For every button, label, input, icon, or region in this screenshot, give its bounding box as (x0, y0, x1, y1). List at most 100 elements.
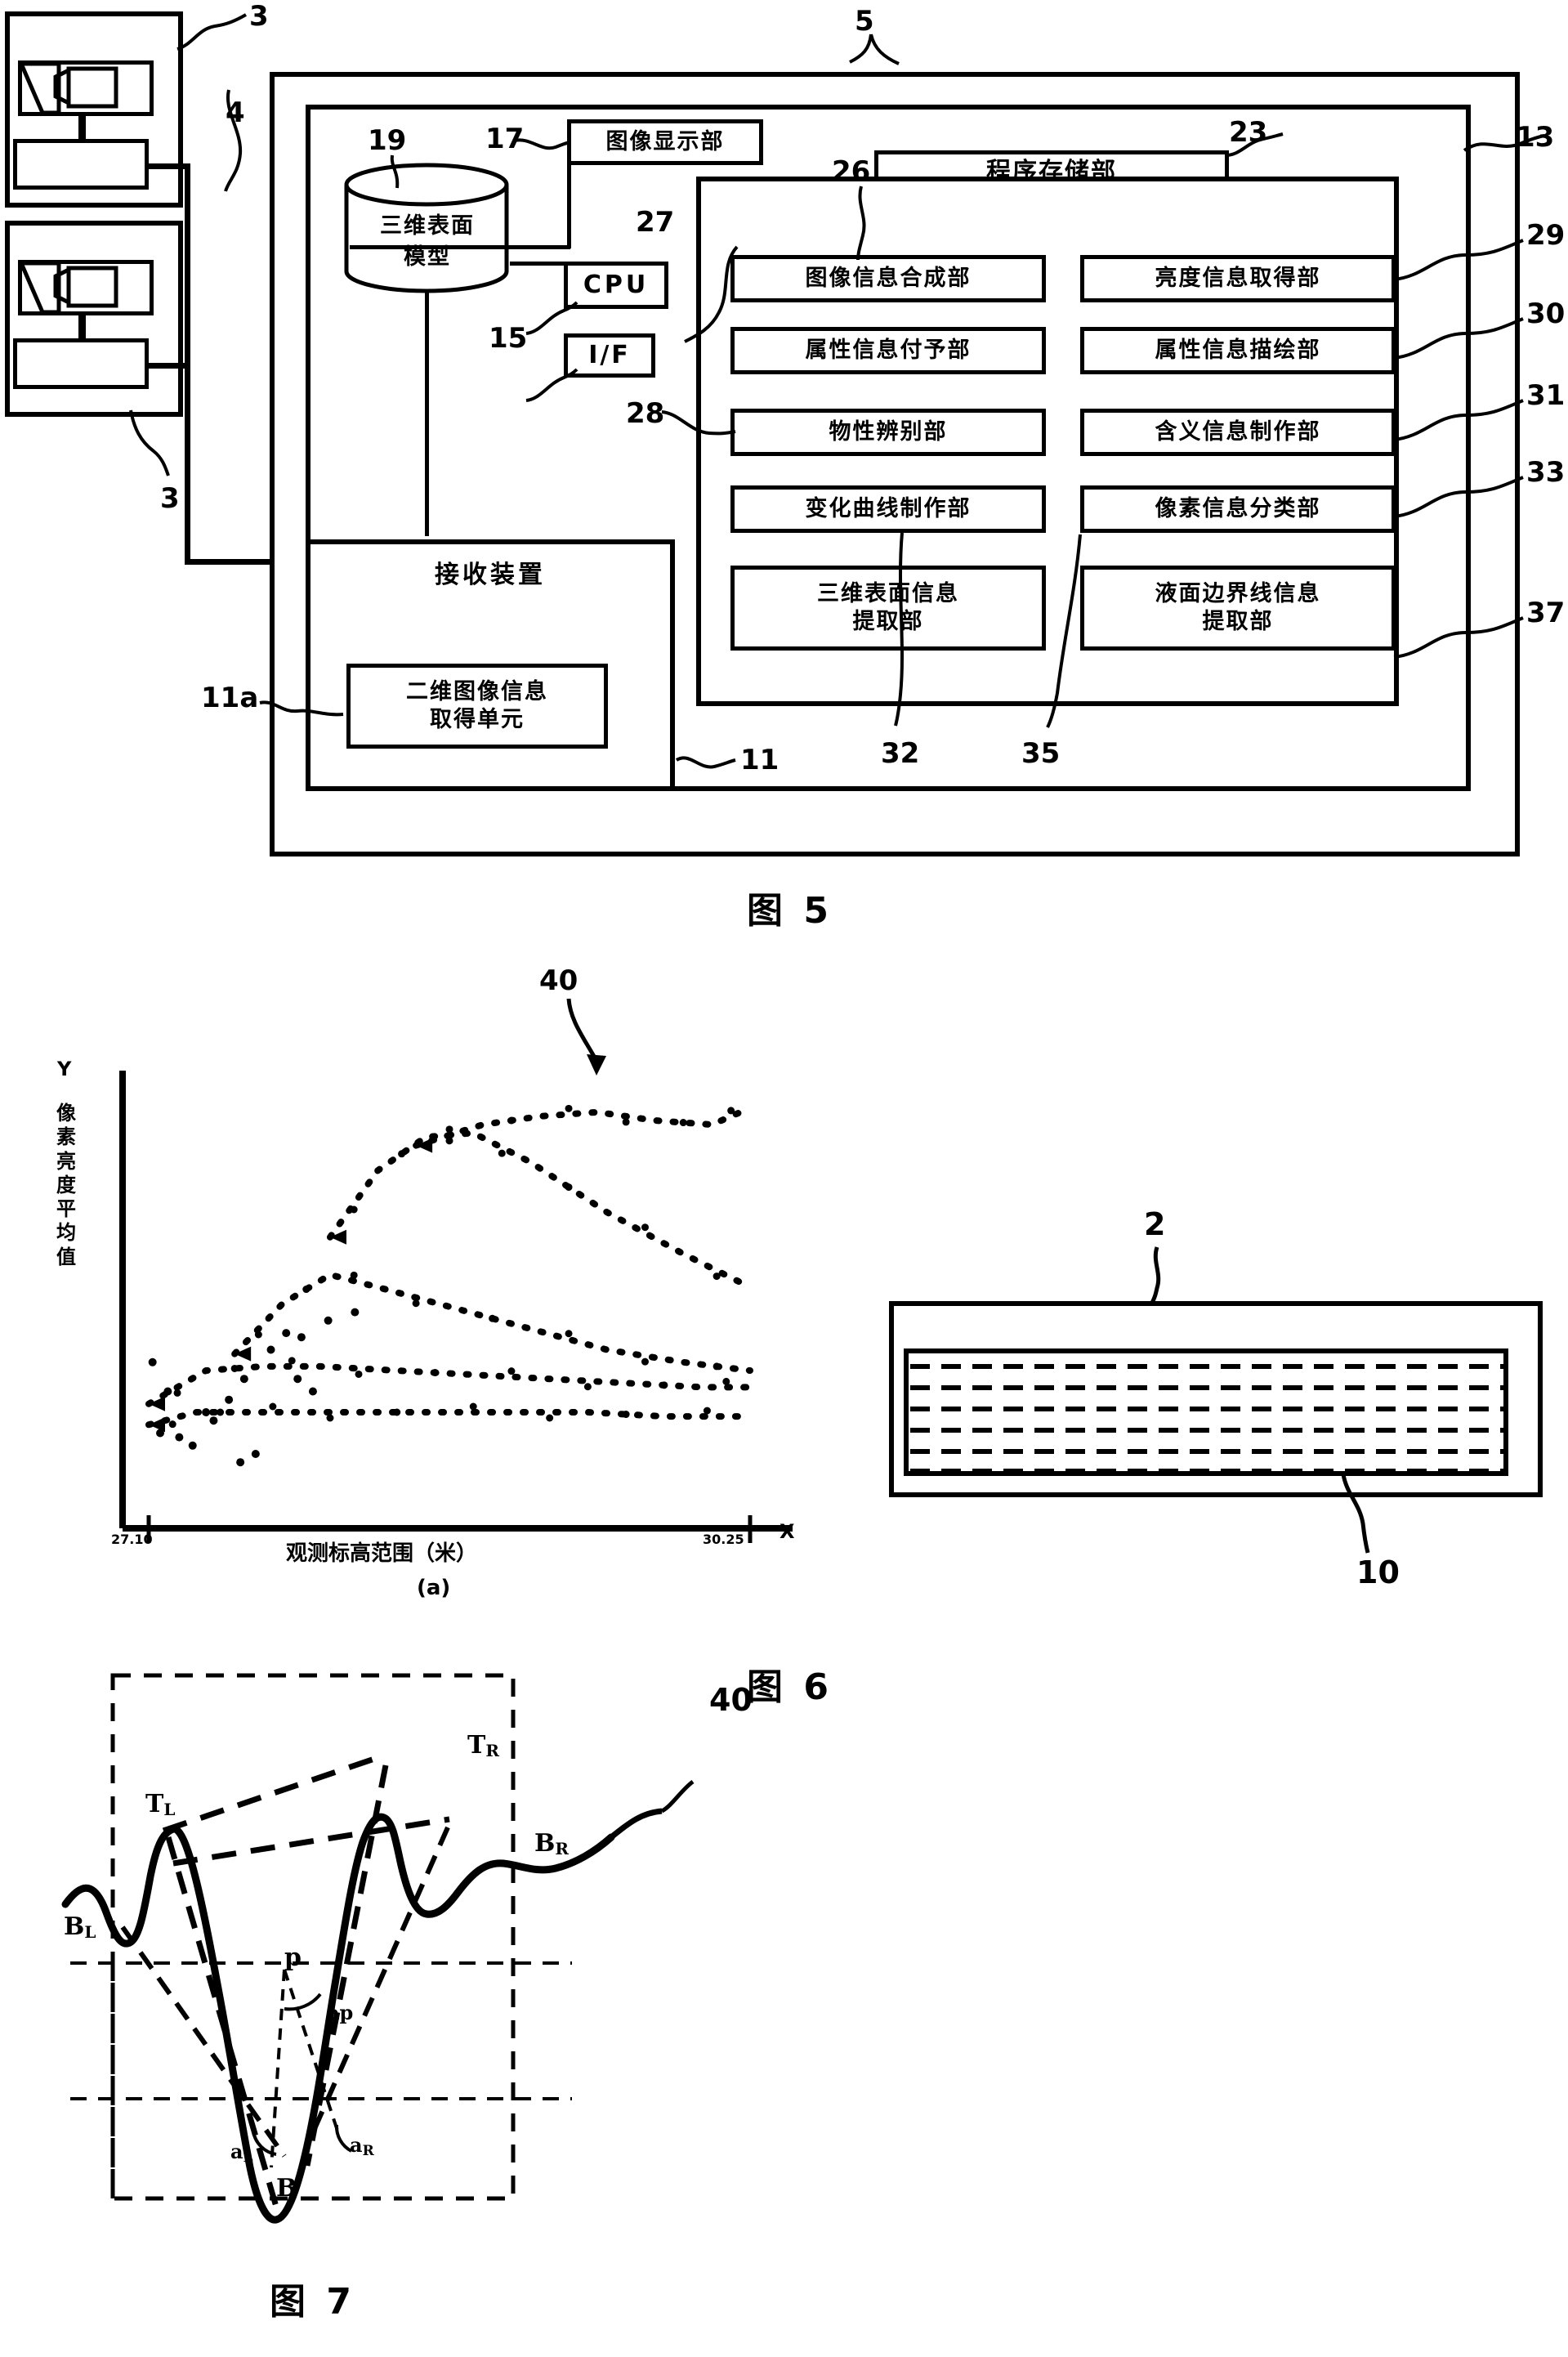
leader-attr-draw-30 (1393, 317, 1524, 360)
db-stem (425, 291, 429, 536)
label-BL-sub: L (84, 1922, 96, 1942)
ref-number-13: 13 (1516, 121, 1555, 154)
ref-number-27: 27 (636, 206, 675, 239)
figure-7-drawing (61, 1673, 695, 2224)
ref-number-37: 37 (1526, 597, 1566, 629)
ref-number-15: 15 (489, 322, 528, 355)
label-BL: BL (64, 1912, 96, 1942)
label-TR: TR (467, 1731, 499, 1760)
ref-number-26: 26 (832, 155, 871, 188)
module-pixel-classify: 像素信息分类部 (1080, 485, 1396, 533)
ref-number-23: 23 (1229, 116, 1268, 149)
leader-tank-2 (1150, 1246, 1161, 1304)
ref-number-28: 28 (626, 397, 665, 430)
label-BR: BR (534, 1829, 569, 1858)
ref-number-2: 2 (1144, 1206, 1166, 1242)
figure-7-caption: 图 7 (270, 2281, 355, 2323)
image-display-box: 图像显示部 (567, 119, 763, 165)
label-TR-letter: T (467, 1731, 486, 1760)
x-tick-max: 30.25 (703, 1532, 744, 1547)
camera-lens-bottom-icon (18, 261, 118, 315)
cable-bottom-branch (147, 363, 190, 369)
chart-plot-area (119, 1071, 793, 1543)
label-p: p (284, 1943, 302, 1972)
x-axis-label: 观测标高范围（米） (286, 1541, 478, 1566)
display-connector-v (567, 142, 571, 248)
ref-number-31: 31 (1526, 379, 1566, 412)
camera-base-bottom (13, 338, 149, 389)
y-axis-label: 像素亮度平均值 (52, 1102, 80, 1269)
leader-liquid-10 (1341, 1474, 1370, 1554)
figure-5-caption: 图 5 (747, 890, 833, 932)
module-liquid-boundary-extract: 液面边界线信息 提取部 (1080, 566, 1396, 651)
cable-top-branch (147, 163, 190, 169)
ref-number-17: 17 (485, 123, 525, 155)
x-axis-symbol: X (780, 1520, 795, 1543)
db-label-line1: 三维表面 (380, 213, 475, 239)
ref-number-19: 19 (368, 124, 407, 157)
ref-number-3-top: 3 (249, 0, 269, 33)
db-label-line2: 模型 (404, 244, 451, 270)
camera-stand-top (78, 114, 86, 141)
ref-number-11: 11 (740, 744, 780, 776)
figure-6: 40 Y X 像素亮度平均值 观测标高范围（米） 27.10 30.25 (a)… (0, 964, 1568, 1708)
y-axis-label-text: 像素亮度平均值 (56, 1102, 76, 1268)
leader-interface-25 (525, 368, 579, 402)
receiver-label: 接收装置 (435, 561, 546, 589)
label-ap: ap (327, 2001, 354, 2024)
label-TL: TL (145, 1790, 175, 1819)
leader-brightness-29 (1393, 239, 1524, 281)
ref-number-35: 35 (1021, 737, 1061, 770)
leader-material-28 (661, 410, 736, 436)
x-tick-min: 27.10 (111, 1532, 153, 1547)
ref-number-5: 5 (855, 5, 874, 38)
leader-receiver-11 (675, 756, 736, 769)
label-aL: aL (230, 2140, 253, 2166)
figure-6-sub-caption: (a) (417, 1576, 451, 1600)
label-TR-sub: R (485, 1741, 499, 1760)
leader-image-unit-11a (259, 700, 344, 717)
ref-number-33: 33 (1526, 456, 1566, 489)
ref-number-32: 32 (881, 737, 920, 770)
label-aR: aR (350, 2133, 374, 2159)
ref-number-40-fig7: 40 (709, 1682, 753, 1718)
label-TL-letter: T (145, 1790, 164, 1818)
leader-camera-bottom (129, 409, 170, 476)
module-image-synth: 图像信息合成部 (730, 255, 1046, 302)
label-BR-letter: B (534, 1829, 556, 1858)
leader-surface-extract-35 (1046, 534, 1082, 728)
liquid-layer-lines (910, 1364, 1505, 1474)
label-aL-letter: a (230, 2140, 243, 2163)
camera-base-top (13, 139, 149, 190)
cpu-left-connector (510, 262, 567, 266)
image-unit-line1: 二维图像信息 (406, 679, 548, 705)
ref-number-29: 29 (1526, 219, 1566, 252)
label-B: B (276, 2174, 297, 2203)
ref-number-4: 4 (226, 96, 245, 129)
figure-7: 40 TL TR BL BR B p ap aL aR 图 7 (0, 1618, 1568, 2354)
y-axis-symbol: Y (57, 1058, 72, 1080)
leader-system-5 (849, 34, 900, 65)
ref-number-30: 30 (1526, 297, 1566, 330)
label-BL-letter: B (64, 1912, 85, 1941)
leader-synth-26 (856, 186, 866, 261)
leader-meaning-31 (1393, 399, 1524, 441)
label-BR-sub: R (555, 1839, 569, 1858)
module-material-id: 物性辨别部 (730, 409, 1046, 456)
module-change-curve: 变化曲线制作部 (730, 485, 1046, 533)
ref-number-10: 10 (1356, 1554, 1400, 1590)
module-attr-give: 属性信息付予部 (730, 327, 1046, 374)
ref-number-40-fig6: 40 (539, 964, 579, 997)
leader-db-19 (390, 154, 400, 189)
label-TL-sub: L (163, 1800, 176, 1819)
camera-lens-top-icon (18, 61, 118, 115)
module-liquid-boundary-line2: 提取部 (1202, 609, 1274, 634)
label-aR-sub: R (362, 2143, 374, 2159)
two-d-image-info-unit: 二维图像信息 取得单元 (346, 664, 608, 749)
label-aL-sub: L (243, 2149, 253, 2166)
label-aR-letter: a (350, 2133, 363, 2157)
leader-attr-give-27 (684, 245, 739, 343)
leader-pixel-class-33 (1393, 476, 1524, 518)
figure-5: 3 3 4 5 13 图像显示部 17 三维表面 模型 19 CPU 15 I/… (0, 0, 1568, 932)
module-attr-draw: 属性信息描绘部 (1080, 327, 1396, 374)
